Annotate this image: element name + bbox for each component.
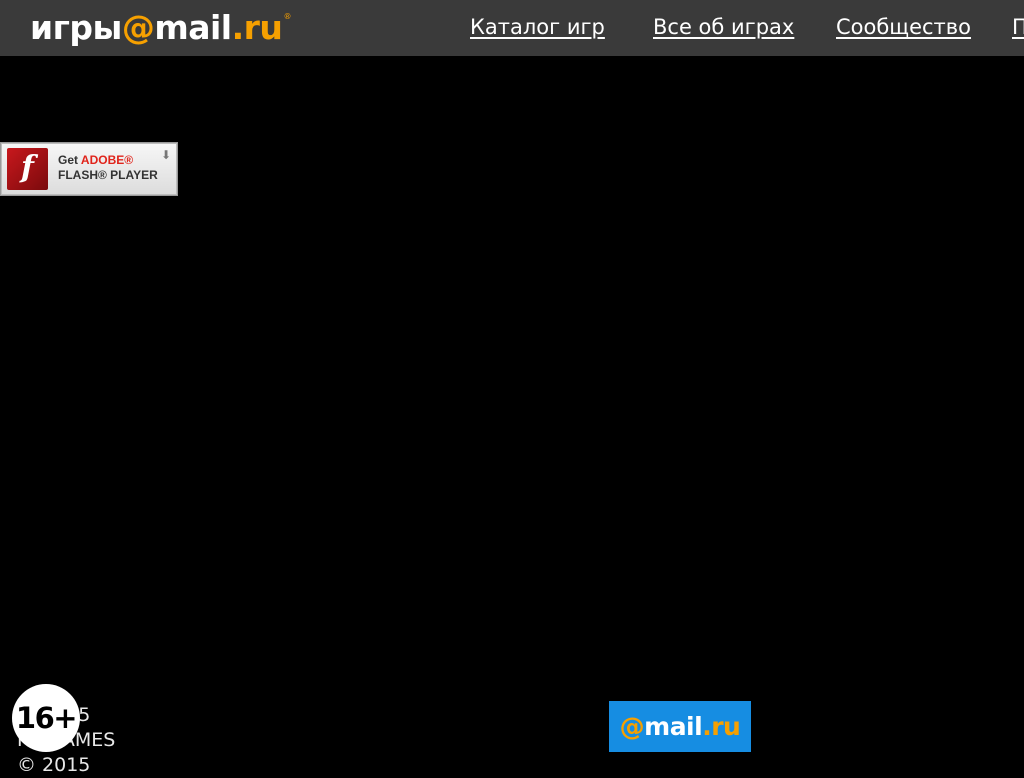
flash-badge-text: Get ADOBE® FLASH® PLAYER — [58, 153, 158, 183]
logo-text-igry: игры — [30, 8, 122, 47]
nav-link-catalog[interactable]: Каталог игр — [470, 14, 605, 40]
footer-line-3: © 2015 — [17, 754, 91, 776]
flash-product-label: FLASH® PLAYER — [58, 168, 158, 182]
logo-dot: . — [231, 8, 245, 47]
flash-badge-line1: Get ADOBE® — [58, 153, 158, 168]
nav-link-truncated[interactable]: П — [1012, 14, 1024, 40]
logo-text-mail: mail — [154, 8, 232, 47]
mailru-logo-button[interactable]: @mail.ru — [609, 701, 751, 752]
age-rating-badge: 16+ — [12, 684, 80, 752]
mailru-mail: mail — [644, 712, 703, 741]
mailru-at: @ — [619, 712, 645, 741]
logo-registered-mark: ® — [283, 12, 291, 21]
download-arrow-icon: ⬇ — [160, 148, 171, 162]
flash-adobe-label: ADOBE® — [80, 153, 134, 167]
get-flash-player-button[interactable]: f Get ADOBE® FLASH® PLAYER ⬇ — [0, 142, 178, 196]
igry-mailru-logo[interactable]: игры@mail.ru® — [30, 6, 291, 50]
top-navigation-bar: игры@mail.ru® Каталог игр Все об играх С… — [0, 0, 1024, 56]
nav-link-about-games[interactable]: Все об играх — [653, 14, 794, 40]
nav-link-community[interactable]: Сообщество — [836, 14, 971, 40]
logo-text-ru: ru — [243, 8, 283, 47]
mailru-ru: ru — [711, 712, 741, 741]
flash-get-label: Get — [58, 153, 79, 167]
logo-at: @ — [121, 8, 155, 47]
mailru-dot: . — [702, 712, 712, 741]
flash-player-icon: f — [7, 148, 48, 190]
